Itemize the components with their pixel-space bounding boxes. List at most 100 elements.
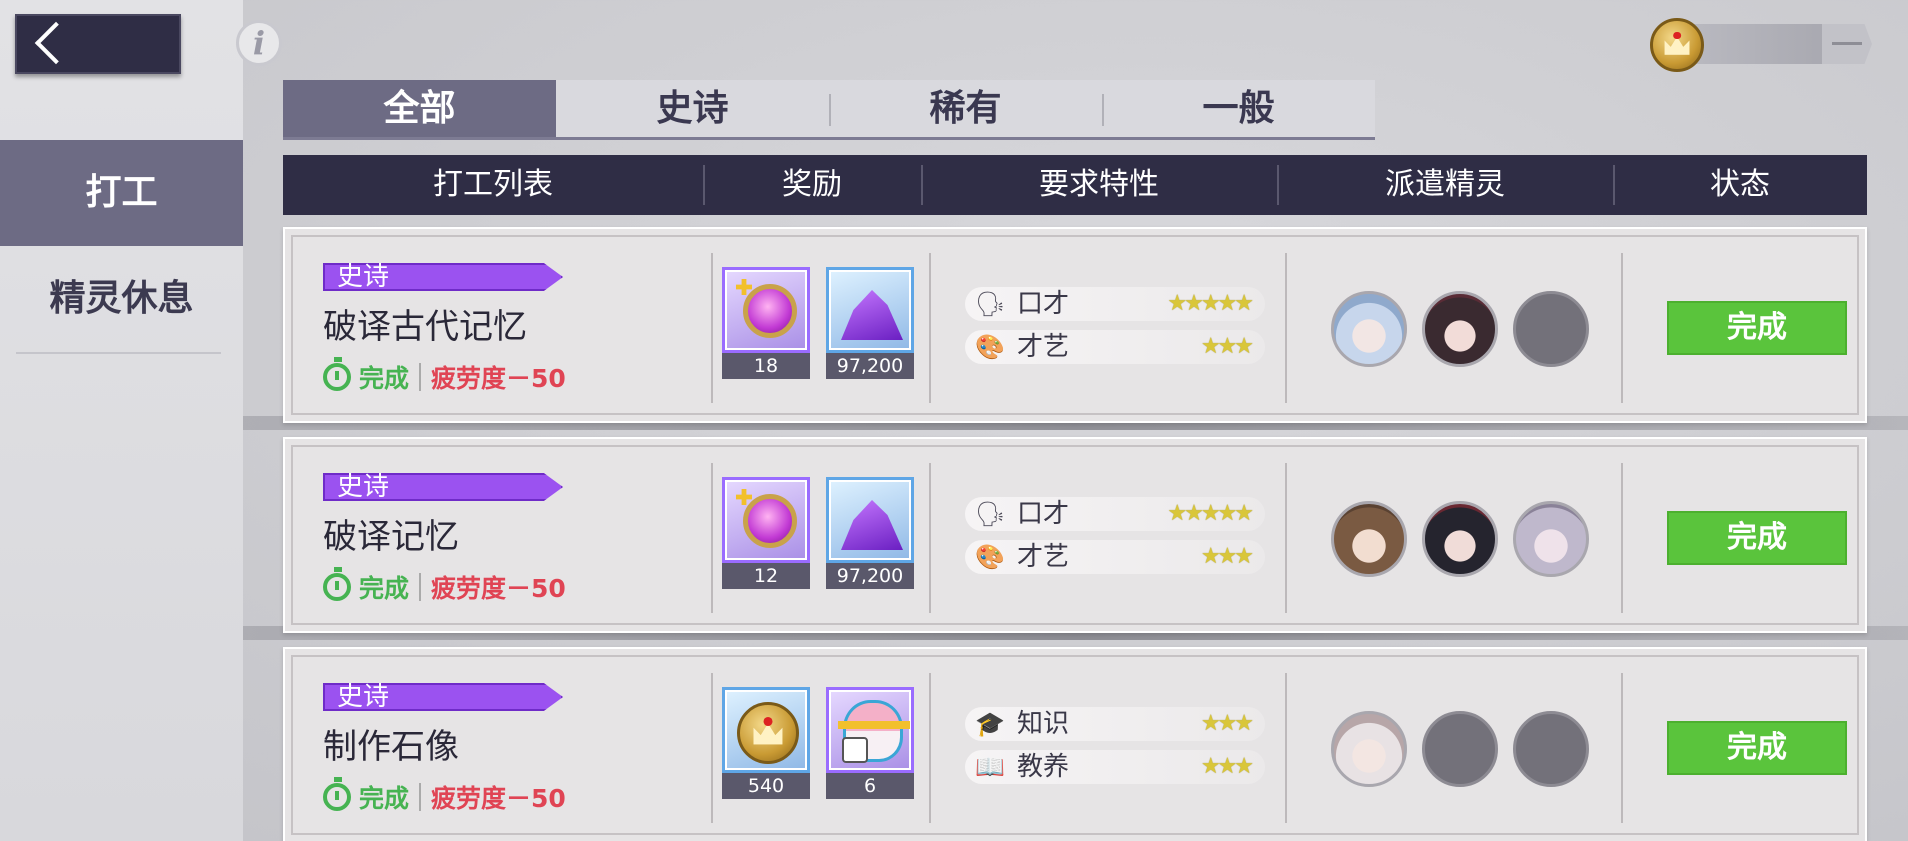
spirit-avatar[interactable] bbox=[1422, 501, 1498, 577]
reward-count: 540 bbox=[722, 773, 810, 799]
sidebar: 打工 精灵休息 bbox=[0, 0, 243, 841]
spirit-avatar[interactable] bbox=[1331, 291, 1407, 367]
tab-all[interactable]: 全部 bbox=[283, 80, 556, 137]
status-divider bbox=[419, 783, 422, 811]
speech-icon: 🗣 bbox=[975, 290, 1006, 318]
fatigue-cost: 疲劳度－50 bbox=[431, 364, 566, 393]
table-header: 打工列表 奖励 要求特性 派遣精灵 状态 bbox=[283, 155, 1867, 215]
reward-icon-frame bbox=[722, 267, 810, 353]
palette-icon: 🎨 bbox=[975, 333, 1005, 361]
required-trait: 🎓 知识 ★★★ bbox=[965, 707, 1265, 741]
trait-stars: ★★★ bbox=[1200, 711, 1254, 736]
header-status: 状态 bbox=[1613, 155, 1867, 215]
chevron-left-icon bbox=[34, 21, 78, 65]
spirit-avatar[interactable] bbox=[1513, 501, 1589, 577]
reward-icon-frame bbox=[826, 477, 914, 563]
job-title: 破译记忆 bbox=[323, 517, 459, 557]
job-status-line: 完成 疲劳度－50 bbox=[323, 777, 566, 815]
tab-rare[interactable]: 稀有 bbox=[829, 80, 1102, 137]
reward-item[interactable]: 97,200 bbox=[826, 267, 914, 379]
rarity-tabs: 全部 史诗 稀有 一般 bbox=[283, 80, 1375, 140]
back-button[interactable] bbox=[15, 14, 181, 74]
timer-icon bbox=[323, 357, 351, 391]
required-trait: 📖 教养 ★★★ bbox=[965, 750, 1265, 784]
trait-stars: ★★★ bbox=[1200, 334, 1254, 359]
reward-icon-frame bbox=[826, 267, 914, 353]
header-job-list: 打工列表 bbox=[433, 167, 553, 202]
info-icon[interactable]: i bbox=[236, 20, 282, 66]
sidebar-item-spirit-rest[interactable]: 精灵休息 bbox=[0, 246, 243, 352]
reward-count: 6 bbox=[826, 773, 914, 799]
required-trait: 🗣 口才 ★★★★★ bbox=[965, 287, 1265, 321]
heart-amulet-icon bbox=[743, 284, 797, 338]
trait-name: 口才 bbox=[1017, 499, 1070, 529]
reward-icon-frame bbox=[826, 687, 914, 773]
reward-count: 97,200 bbox=[826, 563, 914, 589]
gift-box-icon bbox=[838, 700, 910, 763]
complete-button[interactable]: 完成 bbox=[1667, 301, 1847, 355]
spirit-avatar[interactable] bbox=[1331, 501, 1407, 577]
empty-slot[interactable] bbox=[1513, 291, 1589, 367]
currency-display[interactable] bbox=[1650, 18, 1880, 72]
empty-slot[interactable] bbox=[1513, 711, 1589, 787]
reward-item[interactable]: 97,200 bbox=[826, 477, 914, 589]
gold-coin-icon bbox=[737, 702, 799, 764]
row-frame: 史诗 制作石像 完成 疲劳度－50 540 6 🎓 知识 ★★★ 📖 教养 ★★… bbox=[291, 655, 1859, 835]
header-dispatched-spirits: 派遣精灵 bbox=[1277, 155, 1613, 215]
complete-button[interactable]: 完成 bbox=[1667, 511, 1847, 565]
trait-name: 教养 bbox=[1017, 752, 1070, 782]
complete-button[interactable]: 完成 bbox=[1667, 721, 1847, 775]
trait-name: 才艺 bbox=[1017, 542, 1070, 572]
coin-icon bbox=[1650, 18, 1704, 72]
reward-item[interactable]: 18 bbox=[722, 267, 810, 379]
status-divider bbox=[419, 363, 422, 391]
tab-common[interactable]: 一般 bbox=[1102, 80, 1375, 137]
empty-slot[interactable] bbox=[1422, 711, 1498, 787]
speech-icon: 🗣 bbox=[975, 500, 1006, 528]
table-row: 史诗 破译记忆 完成 疲劳度－50 12 97,200 🗣 口才 ★★★★★ 🎨… bbox=[283, 437, 1867, 633]
row-frame: 史诗 破译记忆 完成 疲劳度－50 12 97,200 🗣 口才 ★★★★★ 🎨… bbox=[291, 445, 1859, 625]
table-row: 史诗 破译古代记忆 完成 疲劳度－50 18 97,200 🗣 口才 ★★★★★ bbox=[283, 227, 1867, 423]
timer-status-text: 完成 bbox=[359, 364, 410, 393]
reward-count: 18 bbox=[722, 353, 810, 379]
rarity-badge: 史诗 bbox=[323, 473, 563, 501]
sidebar-item-work[interactable]: 打工 bbox=[0, 140, 243, 246]
job-title: 制作石像 bbox=[323, 727, 459, 767]
rarity-badge: 史诗 bbox=[323, 683, 563, 711]
book-icon: 📖 bbox=[975, 753, 1005, 781]
table-row: 史诗 制作石像 完成 疲劳度－50 540 6 🎓 知识 ★★★ 📖 教养 ★★… bbox=[283, 647, 1867, 841]
timer-status-text: 完成 bbox=[359, 574, 410, 603]
required-trait: 🎨 才艺 ★★★ bbox=[965, 330, 1265, 364]
heart-amulet-icon bbox=[743, 494, 797, 548]
required-trait: 🗣 口才 ★★★★★ bbox=[965, 497, 1265, 531]
trait-stars: ★★★ bbox=[1200, 754, 1254, 779]
timer-status-text: 完成 bbox=[359, 784, 410, 813]
reward-icon-frame bbox=[722, 477, 810, 563]
fatigue-cost: 疲劳度－50 bbox=[431, 574, 566, 603]
trait-name: 才艺 bbox=[1017, 332, 1070, 362]
tab-epic[interactable]: 史诗 bbox=[556, 80, 829, 137]
trait-stars: ★★★★★ bbox=[1167, 291, 1254, 316]
graduation-cap-icon: 🎓 bbox=[975, 710, 1005, 738]
trait-stars: ★★★★★ bbox=[1167, 501, 1254, 526]
trait-name: 口才 bbox=[1017, 289, 1070, 319]
reward-item[interactable]: 12 bbox=[722, 477, 810, 589]
status-divider bbox=[419, 573, 422, 601]
fatigue-cost: 疲劳度－50 bbox=[431, 784, 566, 813]
reward-count: 97,200 bbox=[826, 353, 914, 379]
job-status-line: 完成 疲劳度－50 bbox=[323, 567, 566, 605]
rarity-badge: 史诗 bbox=[323, 263, 563, 291]
job-status-line: 完成 疲劳度－50 bbox=[323, 357, 566, 395]
purple-crystal-icon bbox=[841, 500, 903, 550]
trait-name: 知识 bbox=[1017, 709, 1070, 739]
timer-icon bbox=[323, 567, 351, 601]
reward-count: 12 bbox=[722, 563, 810, 589]
spirit-avatar[interactable] bbox=[1422, 291, 1498, 367]
reward-item[interactable]: 6 bbox=[826, 687, 914, 799]
job-title: 破译古代记忆 bbox=[323, 307, 527, 347]
header-required-traits: 要求特性 bbox=[921, 155, 1277, 215]
header-reward: 奖励 bbox=[703, 155, 921, 215]
reward-item[interactable]: 540 bbox=[722, 687, 810, 799]
sidebar-divider bbox=[16, 352, 221, 354]
spirit-avatar[interactable] bbox=[1331, 711, 1407, 787]
